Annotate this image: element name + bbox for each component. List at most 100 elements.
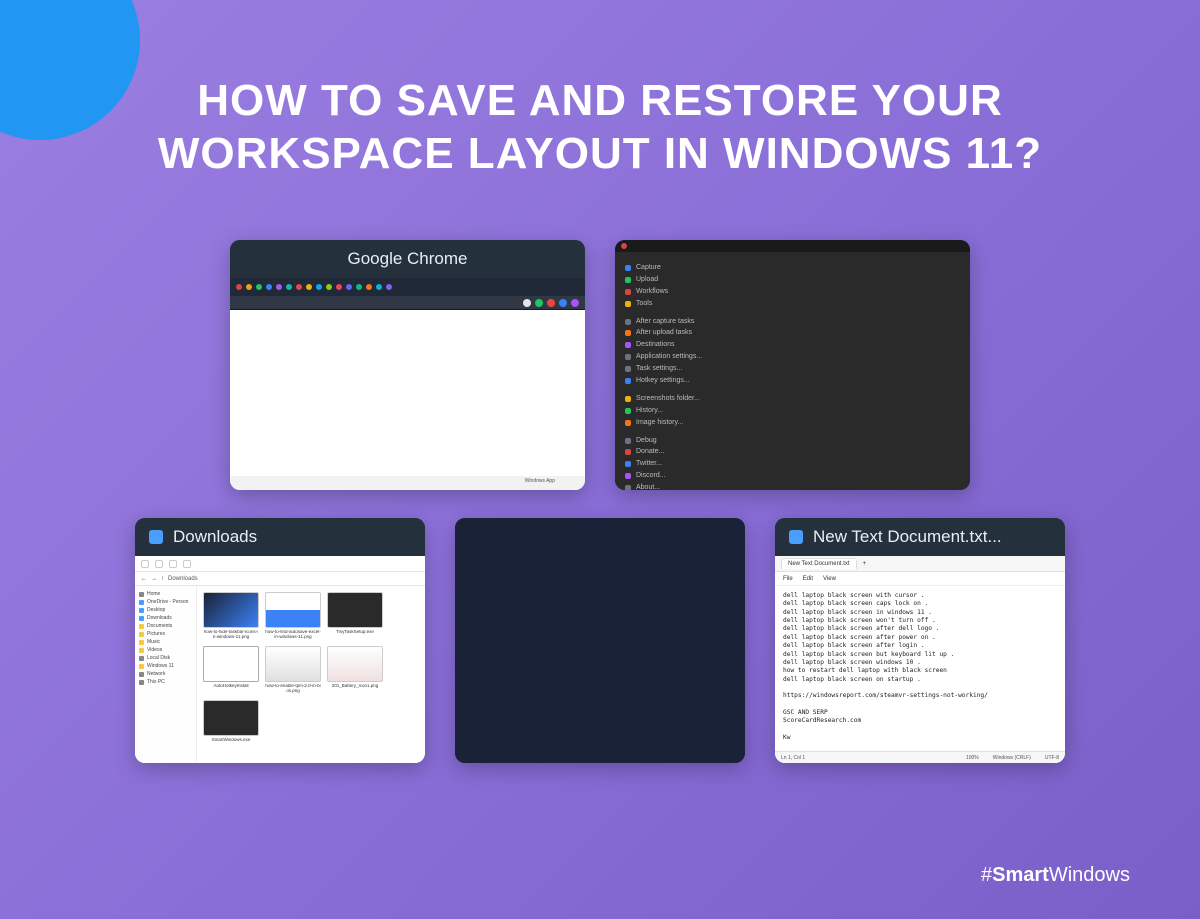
menu-item[interactable]: About... [625,482,960,490]
sidebar-item[interactable]: Downloads [139,614,192,622]
browser-tab-icon[interactable] [306,284,312,290]
menu-item[interactable]: After capture tasks [625,316,960,328]
browser-tab-icon[interactable] [276,284,282,290]
browser-tab-icon[interactable] [236,284,242,290]
file-thumbnail[interactable]: SmartWindows.exe [203,700,259,743]
toolbar-icon[interactable] [547,299,555,307]
menu-item[interactable]: Capture [625,262,960,274]
toolbar-icon[interactable] [559,299,567,307]
sidebar-item[interactable]: Pictures [139,630,192,638]
menu-item[interactable]: Donate... [625,446,960,458]
browser-tab-icon[interactable] [356,284,362,290]
browser-tab-icon[interactable] [386,284,392,290]
sidebar-item[interactable]: Music [139,638,192,646]
menu-item[interactable]: View [823,576,836,582]
explorer-body: HomeOneDrive - PersonDesktopDownloadsDoc… [135,586,425,763]
hashtag: #SmartWindows [981,864,1130,887]
browser-tab-icon[interactable] [316,284,322,290]
sharex-icon [621,243,627,249]
sidebar-item[interactable]: OneDrive - Person [139,598,192,606]
browser-tab-icon[interactable] [246,284,252,290]
browser-tab-icon[interactable] [296,284,302,290]
file-name: how-to-hide-taskbar-icons-in-windows-11.… [203,630,259,640]
window-chrome-body: Windows App [230,278,585,490]
window-notepad[interactable]: New Text Document.txt... New Text Docume… [775,518,1065,763]
file-thumbnail[interactable]: how-to-hide-taskbar-icons-in-windows-11.… [203,592,259,640]
sidebar-item[interactable]: Home [139,590,192,598]
notepad-tabs: New Text Document.txt + [775,556,1065,572]
browser-tab-icon[interactable] [286,284,292,290]
menu-item[interactable]: Image history... [625,417,960,429]
toolbar-button[interactable] [183,560,191,568]
menu-item[interactable]: Destinations [625,339,960,351]
sidebar-item[interactable]: Documents [139,622,192,630]
menu-item[interactable]: History... [625,405,960,417]
menu-item[interactable]: Tools [625,298,960,310]
status-eol: Windows (CRLF) [993,755,1031,761]
explorer-sidebar: HomeOneDrive - PersonDesktopDownloadsDoc… [135,586,197,763]
menu-item[interactable]: Upload [625,274,960,286]
menu-item[interactable]: Discord... [625,470,960,482]
sidebar-item[interactable]: Desktop [139,606,192,614]
toolbar-icon[interactable] [535,299,543,307]
browser-tab-icon[interactable] [266,284,272,290]
status-encoding: UTF-8 [1045,755,1059,761]
chrome-tab-strip [230,278,585,296]
toolbar-icon[interactable] [571,299,579,307]
browser-tab-icon[interactable] [336,284,342,290]
file-name: TinyTaskSetup.exe [327,630,383,635]
explorer-toolbar [135,556,425,572]
file-thumbnail[interactable]: how-to-find-autosave-excel-in-windows-11… [265,592,321,640]
browser-tab-icon[interactable] [346,284,352,290]
file-preview [265,646,321,682]
explorer-breadcrumb[interactable]: ← → ↑ Downloads [135,572,425,586]
menu-item[interactable]: Screenshots folder... [625,393,960,405]
file-thumbnail[interactable]: 201_Battery_Icon1.png [327,646,383,694]
menu-item[interactable]: File [783,576,793,582]
menu-item[interactable]: Application settings... [625,351,960,363]
file-thumbnail[interactable]: how-to-enable-tpm-2.0-in-bios.png [265,646,321,694]
chrome-viewport: Windows App [230,310,585,490]
window-downloads[interactable]: Downloads ← → ↑ Downloads [135,518,425,763]
menu-item[interactable]: Edit [803,576,813,582]
tab-add-icon[interactable]: + [863,561,867,567]
window-downloads-titlebar: Downloads [135,518,425,556]
browser-tab-icon[interactable] [376,284,382,290]
browser-tab-icon[interactable] [256,284,262,290]
notepad-tab[interactable]: New Text Document.txt [781,558,857,569]
file-thumbnail[interactable]: AutoHotkeyInstall [203,646,259,694]
toolbar-icon[interactable] [523,299,531,307]
breadcrumb-arrow: ↑ [161,576,164,582]
hashtag-bold: Smart [992,864,1049,886]
page-title: HOW TO SAVE AND RESTORE YOUR WORKSPACE L… [0,75,1200,181]
chrome-address-bar [230,296,585,310]
toolbar-button[interactable] [141,560,149,568]
notepad-statusbar: Ln 1, Col 1 100% Windows (CRLF) UTF-8 [775,751,1065,763]
menu-item[interactable]: After upload tasks [625,327,960,339]
file-thumbnail[interactable]: TinyTaskSetup.exe [327,592,383,640]
notepad-icon [789,530,803,544]
notepad-content[interactable]: dell laptop black screen with cursor . d… [775,586,1065,751]
sidebar-item[interactable]: Windows 11 [139,662,192,670]
toolbar-button[interactable] [169,560,177,568]
window-downloads-title: Downloads [173,527,257,547]
menu-item[interactable]: Task settings... [625,363,960,375]
menu-item[interactable]: Hotkey settings... [625,375,960,387]
window-blank[interactable] [455,518,745,763]
breadcrumb-text: Downloads [168,576,198,582]
menu-item[interactable]: Debug [625,435,960,447]
sidebar-item[interactable]: Local Disk [139,654,192,662]
sidebar-item[interactable]: Network [139,670,192,678]
menu-item[interactable]: Twitter... [625,458,960,470]
explorer-files: how-to-hide-taskbar-icons-in-windows-11.… [197,586,425,763]
browser-tab-icon[interactable] [326,284,332,290]
file-preview [327,592,383,628]
menu-item[interactable]: Workflows [625,286,960,298]
sidebar-item[interactable]: Videos [139,646,192,654]
window-chrome[interactable]: Google Chrome Windows App [230,240,585,490]
file-name: SmartWindows.exe [203,738,259,743]
sidebar-item[interactable]: This PC [139,678,192,686]
browser-tab-icon[interactable] [366,284,372,290]
toolbar-button[interactable] [155,560,163,568]
window-sharex[interactable]: CaptureUploadWorkflowsTools After capture… [615,240,970,490]
